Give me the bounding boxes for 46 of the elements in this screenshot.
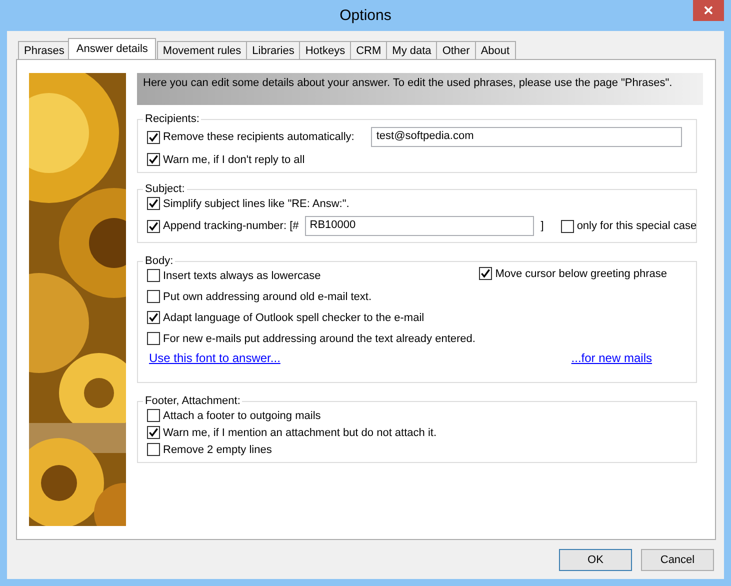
checkbox-label: Simplify subject lines like "RE: Answ:".	[163, 198, 350, 210]
tab[interactable]: About	[474, 41, 516, 59]
tab[interactable]: Phrases	[18, 41, 70, 59]
dialog-button[interactable]: Cancel	[641, 549, 714, 571]
checkbox-label: Put own addressing around old e-mail text.	[163, 290, 372, 302]
checkbox-label: For new e-mails put addressing around the text already entered.	[163, 332, 476, 344]
checkbox[interactable]	[147, 311, 160, 324]
checkbox[interactable]	[560, 220, 574, 232]
checkbox-label: only for this special case	[576, 220, 697, 232]
checkbox[interactable]	[147, 153, 160, 166]
group-title: Subject:	[144, 183, 186, 195]
checkbox[interactable]	[147, 443, 160, 456]
tracking-number-field[interactable]: RB10000	[304, 216, 534, 236]
link[interactable]: Use this font to answer...	[149, 351, 280, 365]
link[interactable]: ...for new mails	[571, 351, 652, 365]
checkbox-label: Append tracking-number: [#	[163, 220, 299, 232]
checkbox[interactable]	[147, 269, 160, 282]
checkbox-label: Insert texts always as lowercase	[163, 270, 321, 282]
close-button[interactable]: ✕	[693, 0, 724, 21]
tab[interactable]: Answer details	[68, 38, 156, 59]
checkbox[interactable]	[147, 130, 160, 144]
checkbox[interactable]	[147, 426, 160, 439]
checkbox[interactable]	[479, 267, 492, 280]
checkbox[interactable]	[147, 290, 160, 303]
checkbox[interactable]	[147, 220, 160, 232]
checkbox-label: Warn me, if I mention an attachment but do not attach it.	[163, 426, 437, 438]
checkbox-label: Remove 2 empty lines	[163, 444, 272, 456]
checkbox-label: Warn me, if I don't reply to all	[163, 154, 305, 166]
tab[interactable]: Movement rules	[156, 41, 248, 59]
info-banner: Here you can edit some details about your answer. To edit the used phrases, please use the page "Phrases".	[137, 73, 703, 105]
checkbox-label: Remove these recipients automatically:	[163, 131, 354, 143]
group-title: Footer, Attachment:	[144, 395, 242, 407]
checkbox[interactable]	[147, 197, 160, 210]
tab[interactable]: Hotkeys	[299, 41, 352, 59]
checkbox[interactable]	[147, 332, 160, 345]
window-title: Options	[340, 7, 392, 24]
checkbox-label: Move cursor below greeting phrase	[495, 268, 667, 280]
group-title: Body:	[144, 255, 174, 267]
bracket-text: ]	[540, 220, 544, 232]
dialog-button[interactable]: OK	[559, 549, 632, 571]
checkbox[interactable]	[147, 409, 160, 422]
group-title: Recipients:	[144, 113, 200, 125]
tab[interactable]: My data	[386, 41, 438, 59]
checkbox-label: Attach a footer to outgoing mails	[163, 410, 321, 422]
recipients-field[interactable]: test@softpedia.com	[371, 127, 682, 147]
checkbox-label: Adapt language of Outlook spell checker to the e-mail	[163, 312, 424, 324]
